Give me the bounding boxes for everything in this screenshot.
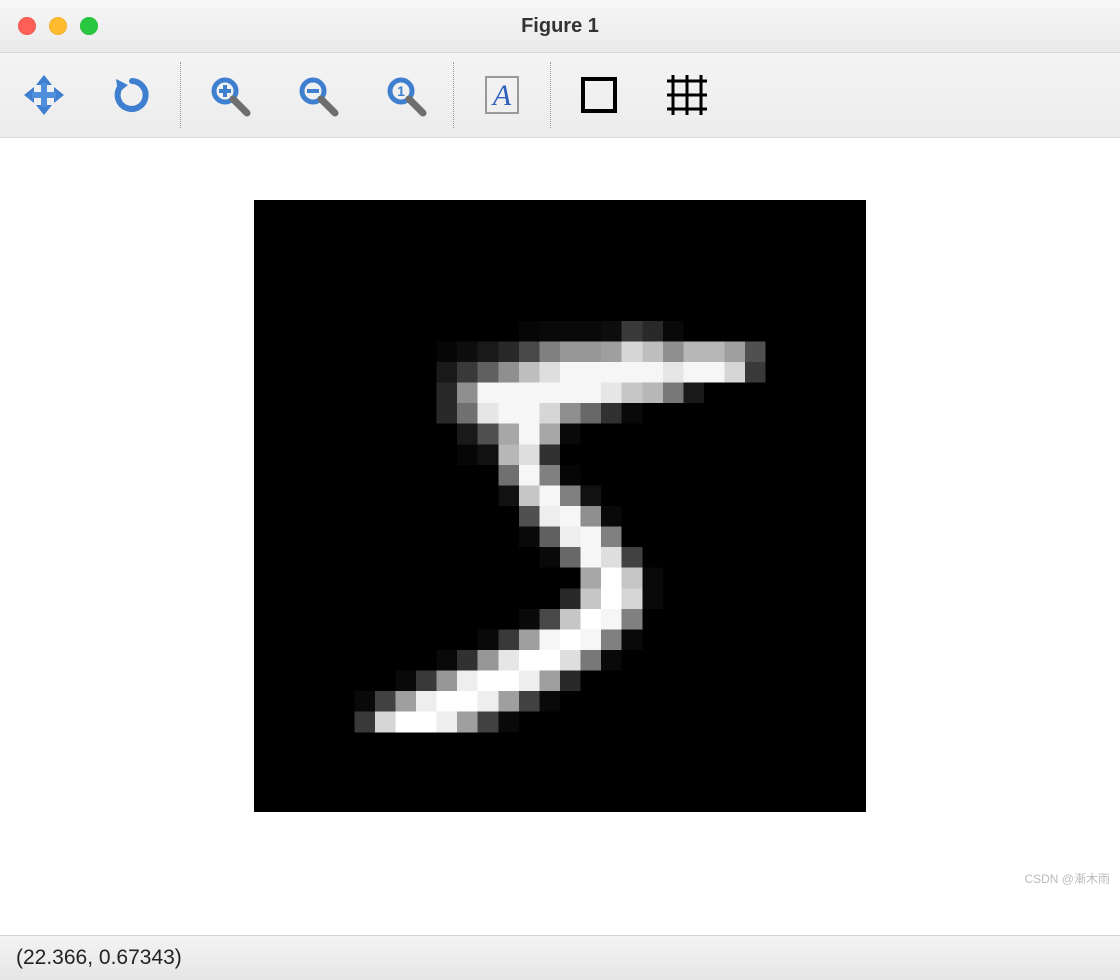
zoom-reset-button[interactable]: 1: [375, 65, 435, 125]
window: Figure 1: [0, 0, 1120, 980]
statusbar: (22.366, 0.67343): [0, 935, 1120, 980]
reload-button[interactable]: [102, 65, 162, 125]
text-annotation-button[interactable]: A: [472, 65, 532, 125]
coord-readout: (22.366, 0.67343): [16, 946, 182, 970]
pan-button[interactable]: [14, 65, 74, 125]
zoom-in-icon: [207, 73, 251, 117]
separator: [180, 62, 181, 128]
zoom-in-button[interactable]: [199, 65, 259, 125]
text-a-icon: A: [480, 73, 524, 117]
watermark: CSDN @漸木雨: [1024, 870, 1110, 887]
grid-icon: [667, 75, 707, 115]
pan-arrows-icon: [22, 73, 66, 117]
svg-text:1: 1: [397, 83, 405, 99]
titlebar: Figure 1: [0, 0, 1120, 53]
traffic-lights: [0, 17, 98, 35]
heatmap-image: [272, 218, 848, 794]
minimize-button[interactable]: [49, 17, 67, 35]
svg-text:A: A: [491, 79, 512, 112]
close-button[interactable]: [18, 17, 36, 35]
image-axes: [254, 200, 866, 812]
window-title: Figure 1: [0, 15, 1120, 38]
zoom-out-icon: [295, 73, 339, 117]
grid-button[interactable]: [657, 65, 717, 125]
separator: [453, 62, 454, 128]
toolbar: 1 A: [0, 53, 1120, 138]
rectangle-tool-button[interactable]: [569, 65, 629, 125]
separator: [550, 62, 551, 128]
reload-icon: [110, 73, 154, 117]
zoom-button[interactable]: [80, 17, 98, 35]
figure-canvas[interactable]: CSDN @漸木雨: [0, 138, 1120, 935]
rectangle-icon: [579, 75, 619, 115]
zoom-out-button[interactable]: [287, 65, 347, 125]
zoom-reset-icon: 1: [383, 73, 427, 117]
